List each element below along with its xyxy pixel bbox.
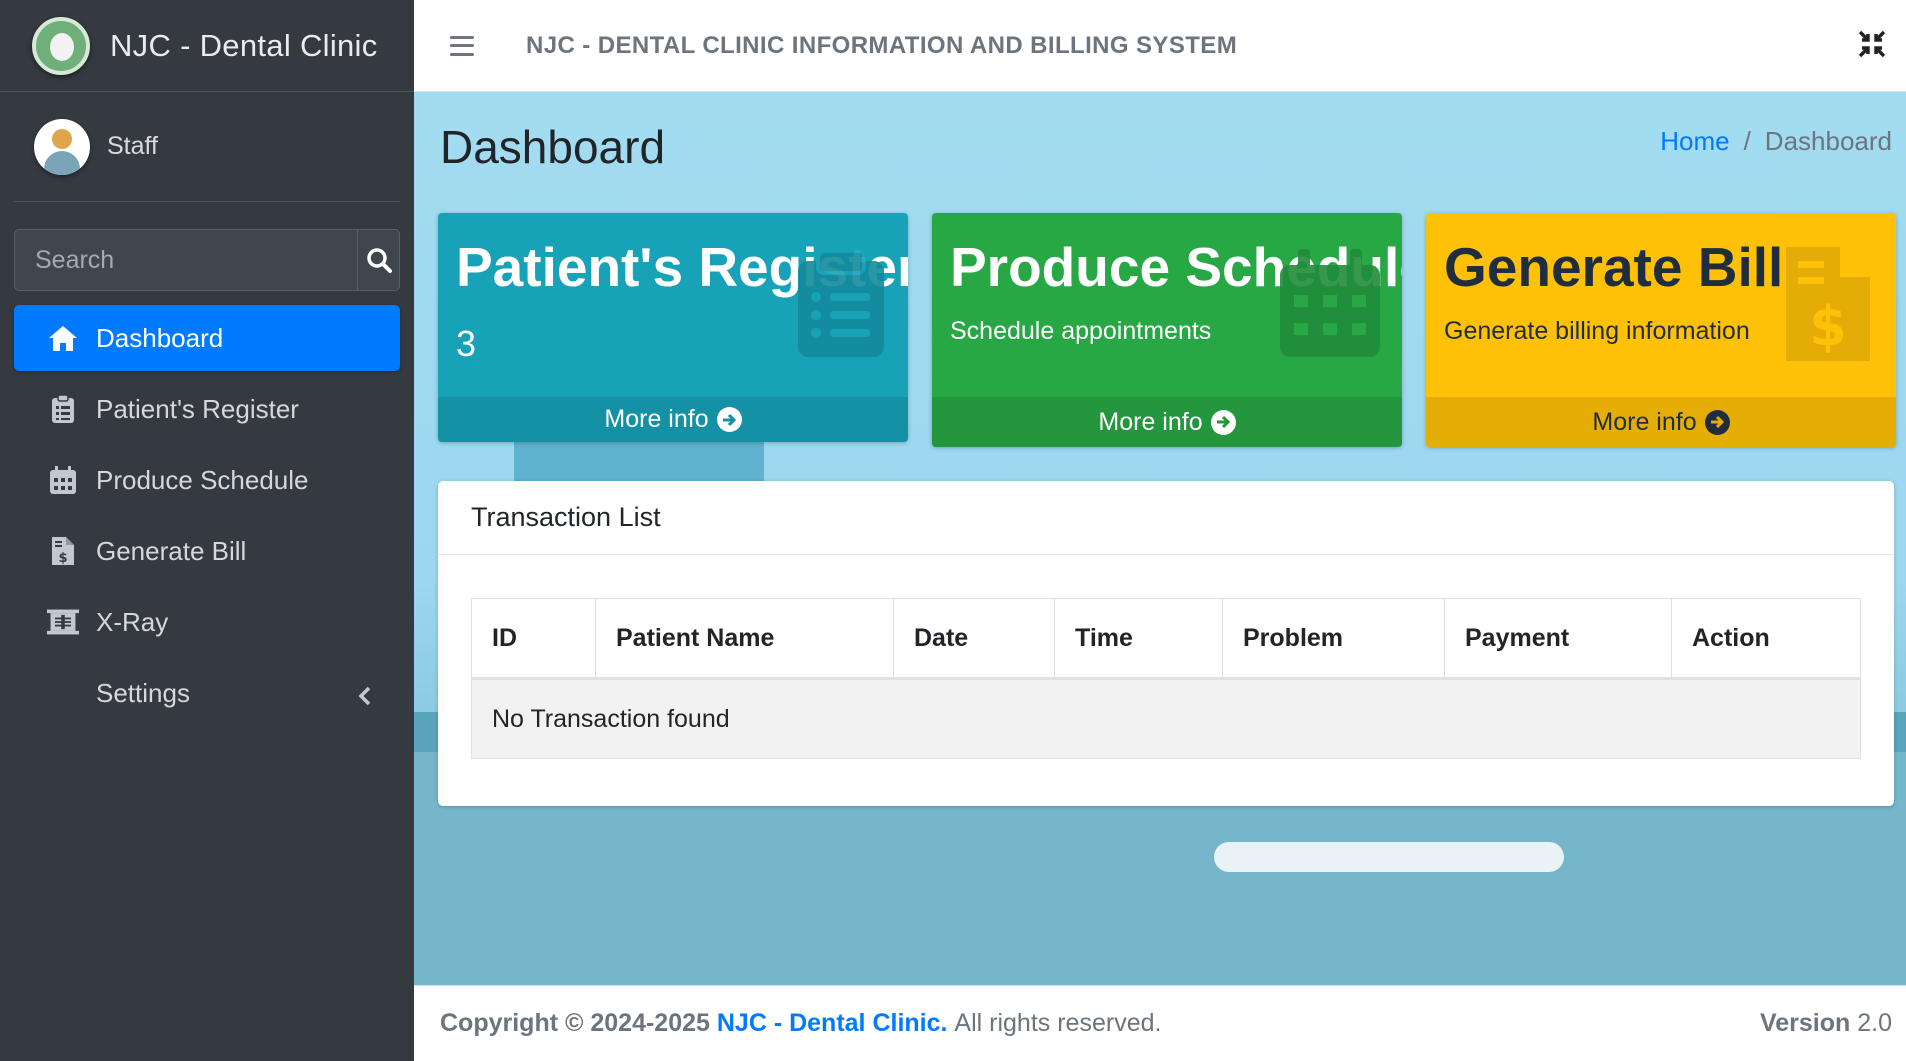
svg-text:$: $ [1809,295,1847,358]
column-header-date[interactable]: Date [893,598,1055,680]
sidebar-item-patients-register[interactable]: Patient's Register [14,376,400,442]
version-info: Version 2.0 [1760,1009,1892,1038]
compress-icon[interactable] [1858,30,1886,63]
more-info-label: More info [1592,407,1697,436]
brand-link[interactable]: NJC - Dental Clinic [0,0,414,92]
more-info-label: More info [1098,407,1203,436]
user-name[interactable]: Staff [107,132,158,161]
more-info-label: More info [604,405,709,433]
breadcrumb-separator: / [1743,126,1751,156]
search-input[interactable] [14,229,357,291]
search-button[interactable] [357,229,400,291]
card-title: Transaction List [438,481,1894,555]
patients-register-box: Patient's Register 3 More info [438,213,908,442]
user-panel[interactable]: Staff [14,92,400,202]
generate-bill-more-info-link[interactable]: More info [1426,397,1896,447]
sidebar-item-label: Generate Bill [96,535,247,566]
brand-name: NJC - Dental Clinic [110,27,378,63]
sidebar-item-generate-bill[interactable]: $ Generate Bill [14,518,400,584]
arrow-circle-right-icon [1210,409,1236,435]
version-number: 2.0 [1857,1009,1892,1037]
transaction-list-card: Transaction List ID Patient Name Date Ti… [438,481,1894,806]
column-header-time[interactable]: Time [1054,598,1223,680]
rights-text: All rights reserved. [954,1009,1162,1037]
sidebar-item-label: Patient's Register [96,393,299,424]
sidebar-item-produce-schedule[interactable]: Produce Schedule [14,447,400,513]
column-header-payment[interactable]: Payment [1444,598,1672,680]
system-title: NJC - DENTAL CLINIC INFORMATION AND BILL… [526,31,1238,59]
version-label: Version [1759,1009,1851,1037]
calendar-icon [1280,249,1380,362]
clinic-footer-link[interactable]: NJC - Dental Clinic. [717,1009,948,1038]
produce-schedule-box: Produce Schedule Schedule appointments M… [932,213,1402,447]
sidebar-item-settings[interactable]: Settings [14,660,400,726]
arrow-circle-right-icon [1704,409,1730,435]
copyright-text: Copyright © 2024-2025 [440,1009,710,1037]
search-icon [366,248,392,273]
sidebar-item-label: Dashboard [96,322,224,353]
page-title: Dashboard [440,121,666,173]
sidebar-item-x-ray[interactable]: X-Ray [14,589,400,655]
home-icon [47,322,79,354]
clinic-logo-icon [32,16,90,75]
menu-toggle-icon[interactable] [450,35,474,56]
breadcrumb-home-link[interactable]: Home [1660,126,1729,156]
breadcrumb: Home / Dashboard [1660,126,1892,157]
avatar [34,118,90,175]
content-wrapper: Dashboard Home / Dashboard Patient's Regis… [414,92,1906,985]
background-dental-chair [1214,842,1564,872]
empty-table-message: No Transaction found [471,678,1861,759]
table-header-row: ID Patient Name Date Time Problem Paymen… [471,598,1861,680]
transaction-table: ID Patient Name Date Time Problem Paymen… [471,598,1861,759]
sidebar-item-label: X-Ray [96,606,169,637]
column-header-id[interactable]: ID [471,598,596,680]
chevron-left-icon[interactable] [358,682,372,713]
patients-register-more-info-link[interactable]: More info [438,397,908,442]
produce-schedule-more-info-link[interactable]: More info [932,397,1402,447]
sidebar-item-label: Settings [96,677,190,708]
column-header-patient-name[interactable]: Patient Name [595,598,894,680]
arrow-circle-right-icon [716,407,742,432]
x-ray-icon [47,606,79,638]
main-sidebar: NJC - Dental Clinic Staff Dashboard Pati… [0,0,414,1061]
sidebar-item-dashboard[interactable]: Dashboard [14,305,400,371]
column-header-problem[interactable]: Problem [1222,598,1445,680]
clipboard-list-icon [796,249,886,364]
sidebar-nav: Dashboard Patient's Register Produce Sch… [14,305,400,726]
settings-icon [47,677,79,709]
breadcrumb-current: Dashboard [1764,126,1892,156]
file-invoice-dollar-icon: $ [1784,245,1872,368]
column-header-action[interactable]: Action [1671,598,1861,680]
main-footer: Copyright © 2024-2025 NJC - Dental Clini… [414,985,1906,1061]
table-row: No Transaction found [471,678,1861,759]
top-navbar: NJC - DENTAL CLINIC INFORMATION AND BILL… [414,0,1906,92]
calendar-icon [47,464,79,496]
sidebar-search [14,229,400,291]
generate-bill-box: Generate Bill Generate billing informati… [1426,213,1896,447]
clipboard-list-icon [47,393,79,425]
file-invoice-dollar-icon: $ [47,535,79,567]
svg-text:$: $ [58,551,67,566]
sidebar-item-label: Produce Schedule [96,464,309,495]
